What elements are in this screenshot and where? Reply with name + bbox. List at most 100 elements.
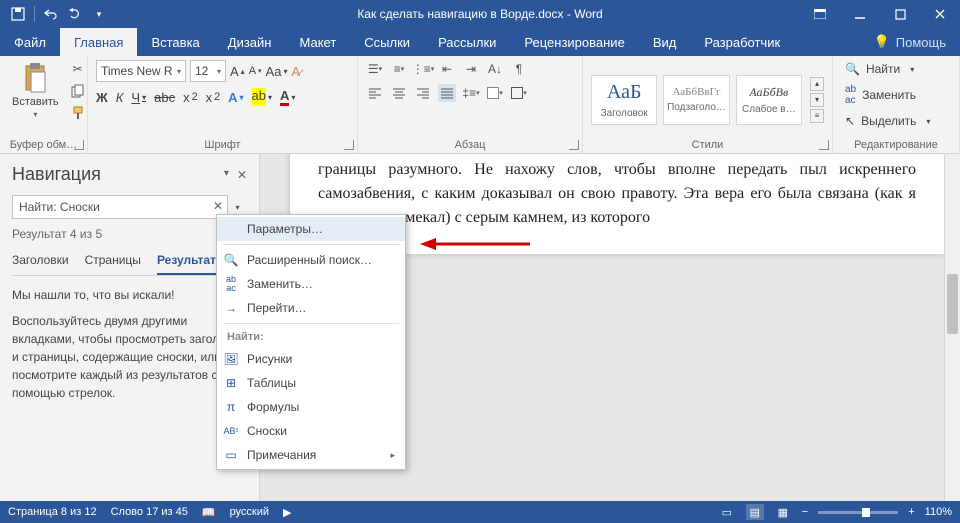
paragraph-dialog-launcher[interactable] [569,140,579,150]
maximize-icon[interactable] [880,0,920,28]
style-heading[interactable]: АаБЗаголовок [591,75,657,125]
scrollbar-thumb[interactable] [947,274,958,334]
styles-down-icon[interactable]: ▾ [810,93,824,107]
undo-icon[interactable] [41,4,61,24]
nav-close-icon[interactable]: ✕ [237,168,247,182]
borders-icon[interactable]: ▾ [510,84,528,102]
tab-mailings[interactable]: Рассылки [424,28,510,56]
shading-icon[interactable]: ▾ [486,84,504,102]
line-spacing-icon[interactable]: ‡≡▾ [462,84,480,102]
clear-formatting-icon[interactable]: A̷ [291,64,300,79]
show-marks-icon[interactable]: ¶ [510,60,528,78]
nav-tab-headings[interactable]: Заголовки [12,253,69,275]
web-layout-icon[interactable]: ▦ [774,504,792,520]
vertical-scrollbar[interactable] [944,154,960,501]
tab-layout[interactable]: Макет [285,28,350,56]
zoom-out-icon[interactable]: − [802,506,808,518]
tab-insert[interactable]: Вставка [137,28,213,56]
minimize-icon[interactable] [840,0,880,28]
strikethrough-button[interactable]: abc [154,90,175,105]
underline-button[interactable]: Ч▾ [131,90,146,105]
workspace: Навигация ▾ ✕ ✕ ▾ Результат 4 из 5 Загол… [0,154,960,501]
align-right-icon[interactable] [414,84,432,102]
comment-icon: ▭ [223,448,239,462]
menu-goto[interactable]: →Перейти… [217,296,405,320]
status-spellcheck-icon[interactable]: 📖 [202,506,216,519]
numbering-icon[interactable]: ≡▾ [390,60,408,78]
styles-dialog-launcher[interactable] [819,140,829,150]
menu-find-footnotes[interactable]: AB¹Сноски [217,419,405,443]
tab-home[interactable]: Главная [60,28,137,56]
status-language[interactable]: русский [230,506,269,518]
increase-indent-icon[interactable]: ⇥ [462,60,480,78]
menu-advanced-find[interactable]: 🔍Расширенный поиск… [217,248,405,272]
qat-customize-icon[interactable]: ▾ [89,4,109,24]
highlight-icon[interactable]: ab▾ [252,88,272,106]
style-subheading[interactable]: АаБбВвГгПодзаголо… [663,75,729,125]
close-icon[interactable] [920,0,960,28]
read-mode-icon[interactable]: ▭ [718,504,736,520]
nav-dropdown-icon[interactable]: ▾ [224,168,229,182]
status-words[interactable]: Слово 17 из 45 [111,506,188,518]
shrink-font-icon[interactable]: A▾ [249,65,262,77]
print-layout-icon[interactable]: ▤ [746,504,764,520]
clipboard-dialog-launcher[interactable] [74,140,84,150]
tab-file[interactable]: Файл [0,28,60,56]
bold-button[interactable]: Ж [96,90,108,105]
status-page[interactable]: Страница 8 из 12 [8,506,97,518]
tab-view[interactable]: Вид [639,28,691,56]
decrease-indent-icon[interactable]: ⇤ [438,60,456,78]
text-effects-icon[interactable]: A▾ [228,90,243,105]
nav-search-clear-icon[interactable]: ✕ [213,199,223,213]
zoom-level[interactable]: 110% [925,506,952,518]
superscript-button[interactable]: x2 [206,90,221,105]
replace-button[interactable]: abacЗаменить [841,82,951,108]
menu-find-graphics[interactable]: 🖼Рисунки [217,347,405,371]
sort-icon[interactable]: A↓ [486,60,504,78]
status-macro-icon[interactable]: ▶ [283,506,291,519]
style-weak[interactable]: АаБбВвСлабое в… [736,75,802,125]
tab-design[interactable]: Дизайн [214,28,286,56]
italic-button[interactable]: К [116,90,124,105]
subscript-button[interactable]: x2 [183,90,198,105]
change-case-icon[interactable]: Aa▾ [266,64,288,79]
menu-find-tables[interactable]: ⊞Таблицы [217,371,405,395]
paste-button[interactable]: Вставить ▾ [8,60,63,121]
styles-up-icon[interactable]: ▴ [810,77,824,91]
zoom-in-icon[interactable]: + [908,506,914,518]
group-clipboard: Вставить ▾ ✂ Буфер обм… [0,56,88,153]
menu-find-equations[interactable]: πФормулы [217,395,405,419]
bullets-icon[interactable]: ☰▾ [366,60,384,78]
copy-icon[interactable] [69,82,87,100]
zoom-slider[interactable] [818,511,898,514]
menu-find-header: Найти: [217,327,405,347]
font-color-icon[interactable]: A▾ [280,88,295,106]
cursor-icon: ↖ [845,114,855,128]
styles-more-icon[interactable]: ≡ [810,109,824,123]
menu-options[interactable]: Параметры… [217,217,405,241]
select-button[interactable]: ↖Выделить▾ [841,112,951,130]
font-name-combo[interactable]: Times New R▾ [96,60,186,82]
tab-review[interactable]: Рецензирование [510,28,638,56]
format-painter-icon[interactable] [69,104,87,122]
font-dialog-launcher[interactable] [344,140,354,150]
menu-find-comments[interactable]: ▭Примечания▸ [217,443,405,467]
find-button[interactable]: 🔍Найти▾ [841,60,951,78]
save-icon[interactable] [8,4,28,24]
ribbon-display-options-icon[interactable] [800,0,840,28]
tell-me-search[interactable]: 💡 Помощь [860,28,960,56]
tab-references[interactable]: Ссылки [350,28,424,56]
nav-tab-pages[interactable]: Страницы [85,253,141,275]
nav-search-input[interactable] [12,195,247,219]
cut-icon[interactable]: ✂ [69,60,87,78]
menu-replace[interactable]: abacЗаменить… [217,272,405,296]
group-paragraph: ☰▾ ≡▾ ⋮≡▾ ⇤ ⇥ A↓ ¶ ‡≡▾ ▾ ▾ Абзац [358,56,583,153]
multilevel-list-icon[interactable]: ⋮≡▾ [414,60,432,78]
justify-icon[interactable] [438,84,456,102]
grow-font-icon[interactable]: A▴ [230,64,245,79]
redo-icon[interactable] [65,4,85,24]
tab-developer[interactable]: Разработчик [690,28,794,56]
align-left-icon[interactable] [366,84,384,102]
font-size-combo[interactable]: 12▾ [190,60,226,82]
align-center-icon[interactable] [390,84,408,102]
